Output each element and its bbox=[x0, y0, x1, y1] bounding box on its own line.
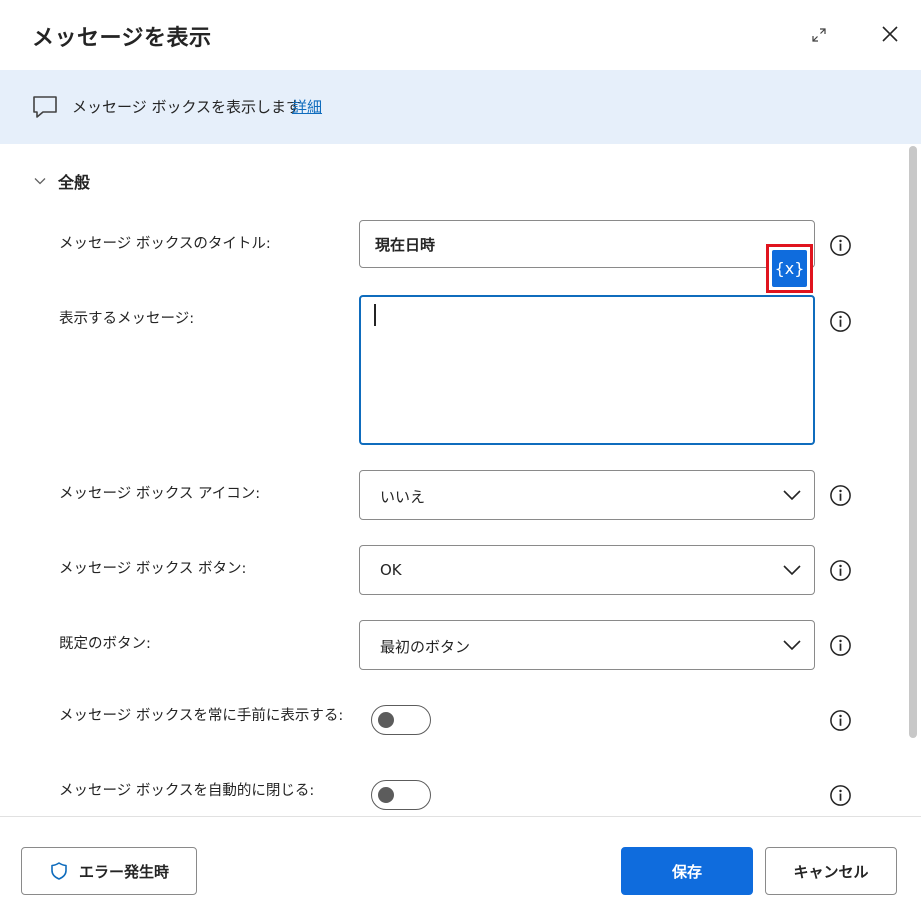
info-icon[interactable] bbox=[829, 310, 852, 333]
icon-label: メッセージ ボックス アイコン: bbox=[59, 486, 261, 502]
text-caret bbox=[374, 304, 376, 326]
close-button[interactable] bbox=[876, 20, 904, 48]
title-input[interactable]: 現在日時 bbox=[359, 220, 815, 268]
toggle-knob bbox=[378, 787, 394, 803]
message-textarea[interactable] bbox=[359, 295, 815, 445]
banner-text: メッセージ ボックスを表示します bbox=[72, 98, 302, 116]
variable-icon: {x} bbox=[772, 250, 807, 287]
info-icon[interactable] bbox=[829, 234, 852, 257]
on-error-label: エラー発生時 bbox=[78, 862, 169, 881]
icon-dropdown[interactable]: いいえ bbox=[359, 470, 815, 520]
buttons-dropdown-value: OK bbox=[380, 561, 402, 579]
section-general[interactable]: 全般 bbox=[32, 168, 90, 194]
info-banner: メッセージ ボックスを表示します 詳細 bbox=[0, 70, 921, 144]
dialog-header: メッセージを表示 bbox=[0, 0, 921, 70]
shield-icon bbox=[51, 862, 67, 880]
info-icon[interactable] bbox=[829, 484, 852, 507]
always-on-top-toggle[interactable] bbox=[371, 705, 431, 735]
expand-icon bbox=[812, 28, 826, 42]
chevron-down-icon bbox=[783, 640, 801, 651]
icon-dropdown-value: いいえ bbox=[380, 488, 426, 506]
auto-close-label: メッセージ ボックスを自動的に閉じる: bbox=[59, 783, 315, 799]
scrollbar-thumb[interactable] bbox=[909, 146, 917, 738]
footer-divider bbox=[0, 816, 921, 817]
vertical-scrollbar[interactable] bbox=[908, 144, 918, 816]
toggle-knob bbox=[378, 712, 394, 728]
default-button-dropdown-value: 最初のボタン bbox=[380, 638, 471, 656]
always-on-top-label: メッセージ ボックスを常に手前に表示する: bbox=[59, 708, 344, 724]
save-label: 保存 bbox=[671, 862, 702, 881]
info-icon[interactable] bbox=[829, 634, 852, 657]
auto-close-toggle[interactable] bbox=[371, 780, 431, 810]
buttons-dropdown[interactable]: OK bbox=[359, 545, 815, 595]
dialog-title: メッセージを表示 bbox=[32, 26, 212, 51]
section-title: 全般 bbox=[58, 173, 91, 192]
cancel-button[interactable]: キャンセル bbox=[765, 847, 897, 895]
chevron-down-icon bbox=[783, 490, 801, 501]
chevron-down-icon bbox=[783, 565, 801, 576]
default-button-label: 既定のボタン: bbox=[59, 636, 151, 652]
cancel-label: キャンセル bbox=[793, 862, 869, 881]
title-label: メッセージ ボックスのタイトル: bbox=[59, 236, 271, 252]
title-input-value: 現在日時 bbox=[375, 236, 436, 254]
buttons-label: メッセージ ボックス ボタン: bbox=[59, 561, 247, 577]
message-icon bbox=[33, 96, 57, 118]
save-button[interactable]: 保存 bbox=[621, 847, 753, 895]
message-label: 表示するメッセージ: bbox=[59, 311, 195, 327]
info-icon[interactable] bbox=[829, 559, 852, 582]
chevron-down-icon bbox=[32, 173, 48, 189]
default-button-dropdown[interactable]: 最初のボタン bbox=[359, 620, 815, 670]
on-error-button[interactable]: エラー発生時 bbox=[21, 847, 197, 895]
expand-button[interactable] bbox=[806, 22, 832, 48]
info-icon[interactable] bbox=[829, 784, 852, 807]
display-message-dialog: メッセージを表示 メッセージ ボックスを表示します 詳細 全般 メッセージ ボッ… bbox=[0, 0, 921, 916]
close-icon bbox=[882, 26, 898, 42]
details-link[interactable]: 詳細 bbox=[292, 96, 322, 117]
insert-variable-button[interactable]: {x} bbox=[766, 244, 813, 293]
info-icon[interactable] bbox=[829, 709, 852, 732]
